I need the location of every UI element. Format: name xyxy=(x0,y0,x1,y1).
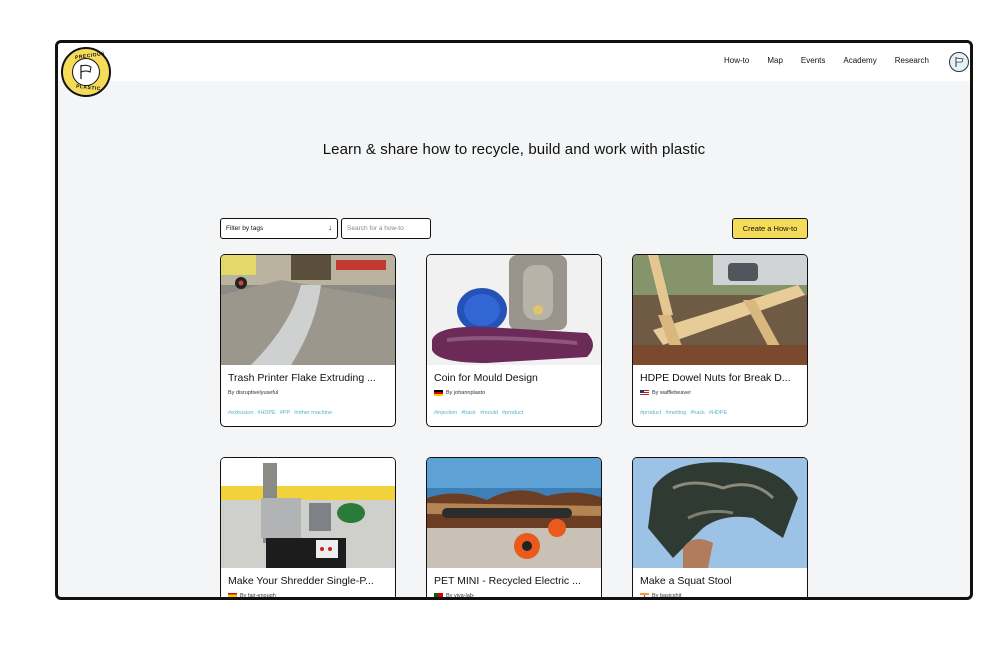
card-author: By disruptivelyuseful xyxy=(228,390,279,396)
card-tags: #injection #hack #mould #product xyxy=(434,410,523,416)
card-title: Trash Printer Flake Extruding ... xyxy=(228,372,376,384)
card-image xyxy=(427,255,601,365)
card-tags: #extrusion #HDPE #PP #other machine xyxy=(228,410,332,416)
card-image xyxy=(633,458,807,568)
page-headline: Learn & share how to recycle, build and … xyxy=(322,141,706,158)
precious-plastic-logo[interactable]: PRECIOUS PLASTIC xyxy=(61,47,111,97)
tag[interactable]: #hack xyxy=(461,410,476,416)
main-nav: How-to Map Events Academy Research xyxy=(720,56,947,65)
tag[interactable]: #melting xyxy=(665,410,686,416)
nav-map[interactable]: Map xyxy=(767,56,783,65)
nav-how-to[interactable]: How-to xyxy=(720,56,753,65)
card-image xyxy=(633,255,807,365)
tag[interactable]: #PP xyxy=(280,410,290,416)
card-author: By johannplasto xyxy=(434,390,485,396)
tag[interactable]: #injection xyxy=(434,410,457,416)
tag[interactable]: #mould xyxy=(480,410,498,416)
nav-events[interactable]: Events xyxy=(801,56,825,65)
tag[interactable]: #HDPE xyxy=(709,410,727,416)
usa-flag-icon xyxy=(640,390,649,396)
germany-flag-icon xyxy=(434,390,443,396)
card-title: PET MINI - Recycled Electric ... xyxy=(434,575,581,587)
tag[interactable]: #hack xyxy=(690,410,705,416)
arrow-down-icon: ↓ xyxy=(328,223,332,232)
how-to-card[interactable]: Coin for Mould Design By johannplasto #i… xyxy=(426,254,602,427)
portugal-flag-icon xyxy=(434,593,443,597)
user-avatar[interactable] xyxy=(949,52,969,72)
card-author: By viva-lab- xyxy=(434,593,475,597)
flag-logo-icon xyxy=(72,58,100,86)
how-to-card[interactable]: Make Your Shredder Single-P... By fair-e… xyxy=(220,457,396,597)
card-author: By basicshit xyxy=(640,593,681,597)
nav-research[interactable]: Research xyxy=(895,56,929,65)
tag[interactable]: #other machine xyxy=(294,410,332,416)
tag[interactable]: #product xyxy=(640,410,661,416)
how-to-card[interactable]: Trash Printer Flake Extruding ... By dis… xyxy=(220,254,396,427)
card-title: HDPE Dowel Nuts for Break D... xyxy=(640,372,791,384)
create-how-to-button[interactable]: Create a How-to xyxy=(732,218,808,239)
card-title: Coin for Mould Design xyxy=(434,372,538,384)
filter-label: Filter by tags xyxy=(226,225,264,232)
card-image xyxy=(427,458,601,568)
card-tags: #product #melting #hack #HDPE xyxy=(640,410,727,416)
nav-academy[interactable]: Academy xyxy=(843,56,876,65)
india-flag-icon xyxy=(640,593,649,597)
search-input[interactable] xyxy=(341,218,431,239)
card-title: Make a Squat Stool xyxy=(640,575,732,587)
tag[interactable]: #product xyxy=(502,410,523,416)
tag[interactable]: #HDPE xyxy=(257,410,275,416)
card-author: By wafflebeaver xyxy=(640,390,691,396)
how-to-card[interactable]: HDPE Dowel Nuts for Break D... By waffle… xyxy=(632,254,808,427)
tag[interactable]: #extrusion xyxy=(228,410,253,416)
card-image xyxy=(221,458,395,568)
logo-text-bottom: PLASTIC xyxy=(75,83,102,93)
card-title: Make Your Shredder Single-P... xyxy=(228,575,374,587)
spain-flag-icon xyxy=(228,593,237,597)
app-window: PRECIOUS PLASTIC How-to Map Events Acade… xyxy=(55,40,973,600)
how-to-card[interactable]: PET MINI - Recycled Electric ... By viva… xyxy=(426,457,602,597)
how-to-card[interactable]: Make a Squat Stool By basicshit xyxy=(632,457,808,597)
card-image xyxy=(221,255,395,365)
filter-by-tags-dropdown[interactable]: Filter by tags ↓ xyxy=(220,218,338,239)
card-author: By fair-enough xyxy=(228,593,276,597)
flag-avatar-icon xyxy=(955,57,964,67)
